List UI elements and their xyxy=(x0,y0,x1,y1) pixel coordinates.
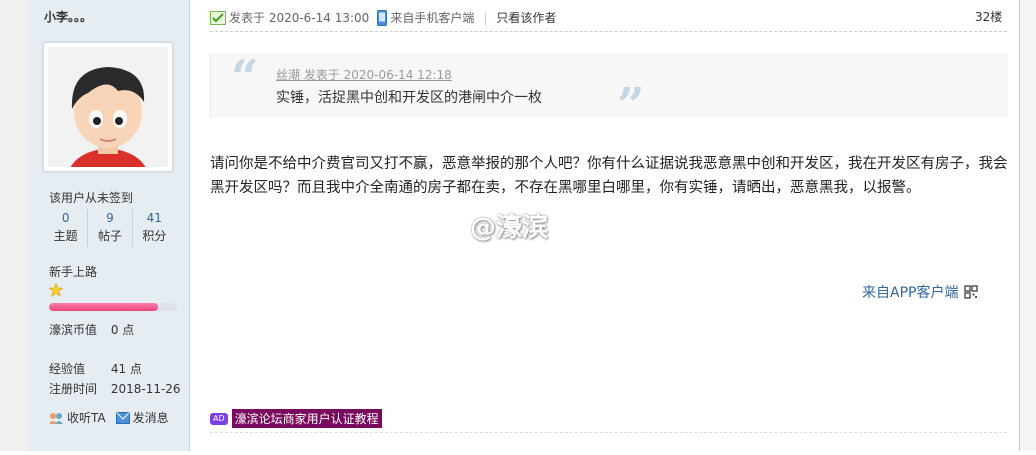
post-meta: 发表于 2020-6-14 13:00 来自手机客户端 | 只看该作者 xyxy=(210,9,556,26)
user-stats: 0 主题 9 帖子 41 积分 xyxy=(44,209,176,247)
mobile-icon xyxy=(377,9,388,26)
right-gutter xyxy=(1019,0,1036,451)
meta-separator: | xyxy=(483,10,488,25)
avatar[interactable] xyxy=(43,42,173,172)
stat-threads-value: 0 xyxy=(61,211,70,225)
post-actions-bar xyxy=(210,441,1007,455)
exp-row: 经验值 41 点 xyxy=(49,360,142,377)
post-source[interactable]: 来自手机客户端 xyxy=(390,9,474,26)
left-gutter xyxy=(0,0,30,451)
post-body: 请问你是不给中介费官司又打不赢，恶意举报的那个人吧？你有什么证据说我恶意黑中创和… xyxy=(210,156,1008,196)
only-author-link[interactable]: 只看该作者 xyxy=(496,9,556,26)
message-label: 发消息 xyxy=(132,411,169,425)
stat-posts-label: 帖子 xyxy=(97,229,122,243)
app-source-label: 来自APP客户端 xyxy=(862,285,959,301)
exp-key: 经验值 xyxy=(49,362,86,376)
stat-threads[interactable]: 0 主题 xyxy=(44,209,89,247)
follow-icon xyxy=(49,412,63,424)
exp-value: 41 点 xyxy=(110,362,142,376)
header-divider xyxy=(210,31,1007,32)
online-status-icon xyxy=(210,10,226,25)
ad-badge: AD xyxy=(210,412,228,425)
stat-posts-value: 9 xyxy=(106,211,114,225)
rank-progress-bar xyxy=(49,303,177,311)
watermark: @濠滨 xyxy=(470,213,549,243)
stat-points-label: 积分 xyxy=(142,229,167,243)
user-rank[interactable]: 新手上路 xyxy=(49,263,97,280)
author-name[interactable]: 小李。。。 xyxy=(44,8,92,25)
register-value: 2018-11-26 xyxy=(110,382,181,396)
stat-points[interactable]: 41 积分 xyxy=(133,209,176,247)
quote-block: “ 丝潮 发表于 2020-06-14 12:18 实锤，活捉黑中创和开发区的港… xyxy=(210,50,1008,130)
coins-row: 濠滨币值 0 点 xyxy=(49,321,134,338)
coins-value: 0 点 xyxy=(110,323,135,337)
quote-text: 实锤，活捉黑中创和开发区的港闸中介一枚 xyxy=(276,90,542,106)
ad-link[interactable]: 濠滨论坛商家用户认证教程 xyxy=(231,409,382,428)
qrcode-icon xyxy=(964,285,979,299)
footer-divider xyxy=(210,432,1007,433)
post-time: 发表于 2020-6-14 13:00 xyxy=(229,11,370,25)
ad-banner[interactable]: AD 濠滨论坛商家用户认证教程 xyxy=(210,409,382,428)
star-icon xyxy=(49,283,63,297)
stat-threads-label: 主题 xyxy=(53,229,78,243)
register-key: 注册时间 xyxy=(49,382,98,396)
signin-status: 该用户从未签到 xyxy=(49,191,134,205)
stat-points-value: 41 xyxy=(146,211,162,225)
follow-button[interactable]: 收听TA xyxy=(48,409,106,426)
avatar-image xyxy=(48,47,168,167)
follow-label: 收听TA xyxy=(67,411,106,425)
coins-key: 濠滨币值 xyxy=(49,323,98,337)
stat-posts[interactable]: 9 帖子 xyxy=(88,209,133,247)
register-row: 注册时间 2018-11-26 xyxy=(49,380,181,397)
close-quote-icon: ” xyxy=(617,78,645,134)
rank-progress-fill xyxy=(49,303,158,311)
quote-meta-link[interactable]: 丝潮 发表于 2020-06-14 12:18 xyxy=(276,66,452,83)
mail-icon xyxy=(115,411,130,424)
user-actions: 收听TA 发消息 xyxy=(48,409,169,426)
app-source-link[interactable]: 来自APP客户端 xyxy=(862,282,979,302)
open-quote-icon: “ xyxy=(231,50,259,106)
message-button[interactable]: 发消息 xyxy=(115,409,169,426)
floor-number[interactable]: 32楼 xyxy=(975,8,1002,25)
